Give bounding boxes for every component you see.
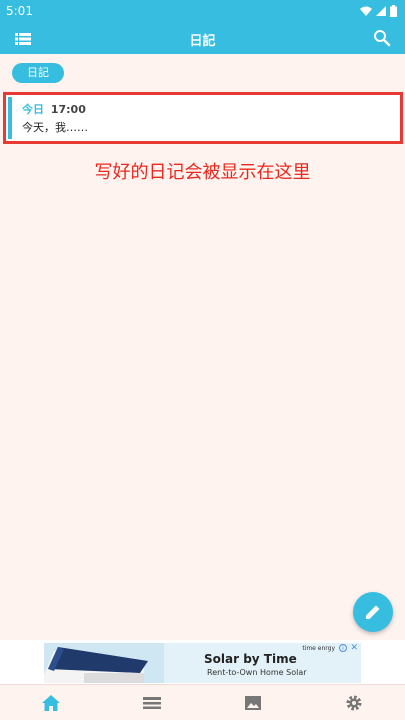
card-accent-bar: [8, 97, 12, 139]
status-time: 5:01: [6, 4, 33, 18]
settings-gear-icon[interactable]: [344, 694, 364, 712]
pencil-icon: [366, 605, 380, 619]
ad-title: Solar by Time: [204, 652, 297, 666]
battery-icon: [390, 5, 397, 17]
page-title: 日記: [189, 34, 216, 49]
compose-fab-button[interactable]: [353, 592, 393, 632]
wifi-icon: [360, 6, 372, 16]
ad-subtitle: Rent-to-Own Home Solar: [207, 668, 307, 677]
entry-date-row: 今日 17:00: [22, 101, 86, 117]
status-icons: [360, 5, 397, 17]
home-icon[interactable]: [41, 694, 61, 712]
entry-time: 17:00: [50, 103, 86, 116]
bottom-nav: [0, 684, 405, 720]
diary-entry-card[interactable]: 今日 17:00 今天，我……: [3, 92, 403, 144]
entry-preview: 今天，我……: [22, 121, 88, 134]
ad-strip: time enrgy i ✕ Solar by Time Rent-to-Own…: [0, 640, 405, 684]
image-icon[interactable]: [243, 694, 263, 712]
search-icon[interactable]: [373, 29, 391, 47]
diary-tag-chip[interactable]: 日記: [12, 63, 64, 83]
solar-house-image: [44, 643, 164, 683]
cellular-signal-icon: [376, 6, 386, 16]
ad-banner[interactable]: time enrgy i ✕ Solar by Time Rent-to-Own…: [44, 643, 361, 683]
ad-close-icon[interactable]: ✕: [350, 643, 358, 653]
status-bar: 5:01: [0, 0, 405, 24]
app-bar: 日記: [0, 24, 405, 54]
list-icon[interactable]: [142, 694, 162, 712]
annotation-caption: 写好的日记会被显示在这里: [94, 162, 311, 183]
ad-info-icon[interactable]: i: [339, 644, 347, 652]
ad-brand: time enrgy: [302, 645, 335, 652]
entry-date-label: 今日: [22, 103, 44, 116]
